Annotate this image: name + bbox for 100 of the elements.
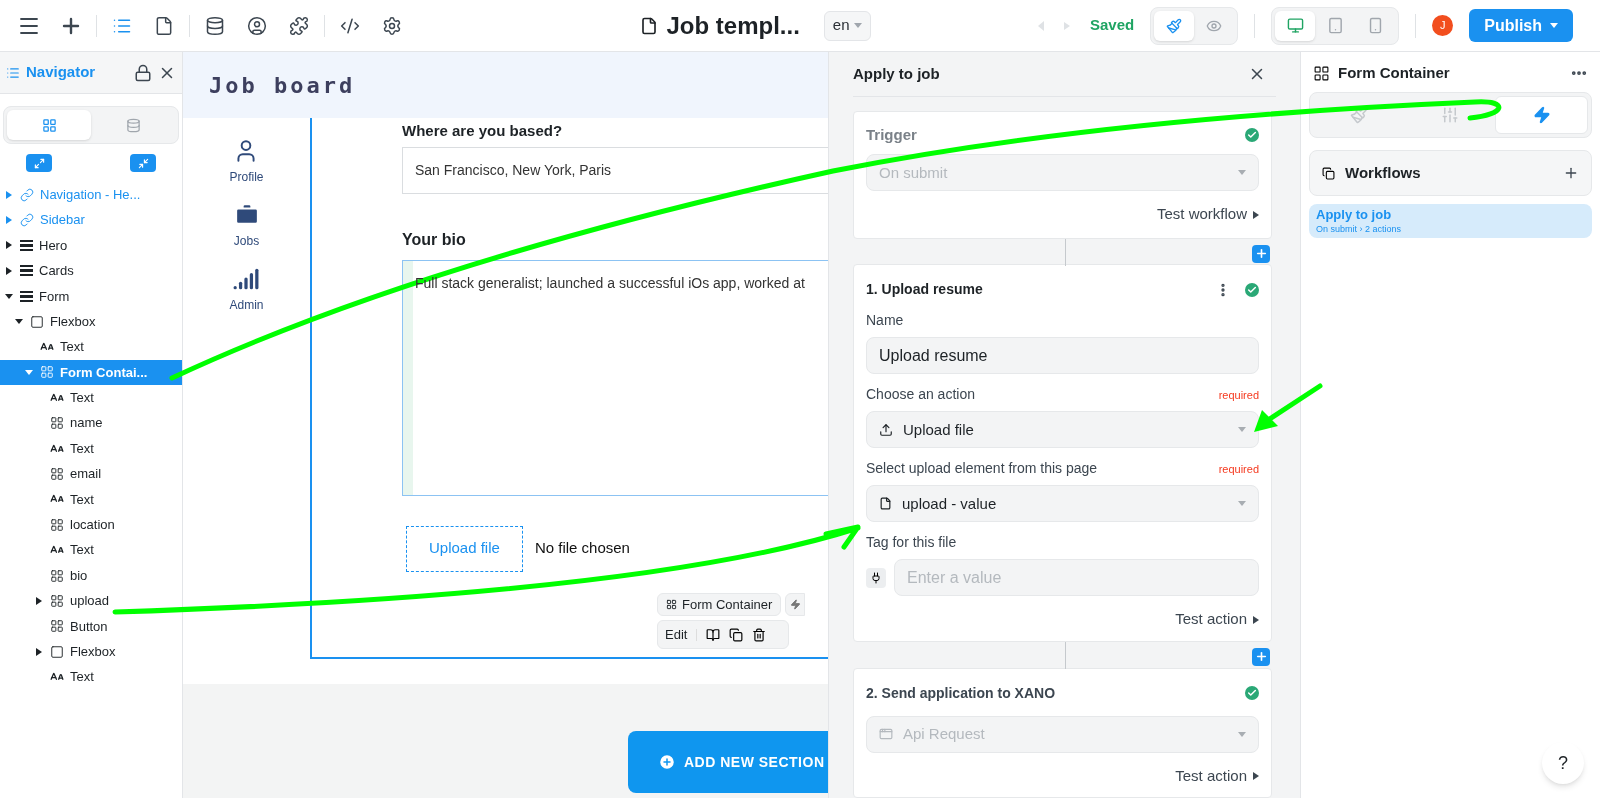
add-step-button[interactable]	[1252, 244, 1270, 263]
field-label: Where are you based?	[402, 121, 564, 141]
section-icon	[20, 290, 33, 302]
caret-icon	[6, 216, 12, 225]
grid-icon	[50, 467, 64, 481]
tree-item[interactable]: Button	[0, 613, 182, 640]
card-title: Trigger	[866, 124, 917, 145]
caret-icon	[6, 241, 12, 250]
mode-tab[interactable]	[1154, 10, 1195, 41]
tree-item[interactable]: Flexbox	[0, 308, 182, 335]
caret-icon	[1238, 731, 1246, 737]
lock-icon[interactable]	[134, 63, 152, 82]
panel-tab[interactable]	[1495, 96, 1588, 134]
grid-icon	[50, 568, 64, 583]
select-field[interactable]: upload - value	[866, 485, 1259, 523]
required-label: required	[1218, 387, 1259, 403]
puzzle-icon	[289, 15, 309, 36]
field-label: Name	[866, 311, 904, 331]
copy-icon[interactable]	[729, 627, 744, 642]
play-icon	[1253, 210, 1259, 219]
caret-icon	[15, 319, 23, 325]
page-icon	[154, 15, 174, 36]
field-label: Select upload element from this page	[866, 459, 1098, 479]
square-icon	[50, 644, 64, 659]
edit-link[interactable]: Edit	[665, 624, 688, 645]
tree-item[interactable]: Text	[0, 385, 182, 411]
location-field[interactable]: San Francisco, New York, Paris	[402, 146, 828, 194]
api-icon	[879, 727, 893, 741]
grid-icon	[1313, 64, 1330, 82]
test-link[interactable]: Test action	[1175, 608, 1259, 631]
bind-button[interactable]	[866, 567, 886, 588]
desktop-icon	[1286, 17, 1304, 34]
grid-icon	[666, 599, 677, 610]
caret-icon	[1550, 23, 1558, 28]
expand-button[interactable]	[26, 154, 52, 172]
play-icon	[1253, 615, 1259, 624]
book-icon[interactable]	[706, 627, 721, 642]
copy-icon	[1322, 166, 1335, 180]
upload-status: No file chosen	[534, 538, 630, 559]
tree-item[interactable]: Cards	[0, 258, 182, 284]
language-select[interactable]: en	[823, 10, 871, 41]
nav-item[interactable]: Admin	[229, 266, 264, 314]
plus-icon	[1254, 247, 1268, 261]
tree-item[interactable]: Text	[0, 435, 182, 462]
link-icon	[20, 187, 34, 202]
caret-icon	[5, 293, 13, 299]
sliders-icon	[1440, 106, 1459, 124]
tree-item[interactable]: Text	[0, 664, 182, 690]
caret-icon	[853, 23, 862, 28]
tree-item[interactable]: Text	[0, 334, 182, 360]
tree-item[interactable]: Text	[0, 486, 182, 513]
tree-item[interactable]: email	[0, 461, 182, 487]
section-header: Workflows	[1309, 150, 1592, 196]
bolt-icon	[1532, 106, 1551, 124]
panel-title: Apply to job	[853, 63, 941, 84]
caret-icon	[1238, 170, 1246, 176]
nav-item[interactable]: Profile	[229, 138, 264, 186]
list-icon	[6, 65, 20, 80]
grid-icon	[50, 416, 64, 431]
select-field[interactable]: Upload file	[866, 411, 1259, 449]
user-icon	[247, 15, 267, 36]
caret-icon	[1238, 427, 1246, 433]
tree-item[interactable]: Flexbox	[0, 639, 182, 665]
element-chip[interactable]: Form Container	[657, 593, 782, 616]
required-label: required	[1218, 461, 1259, 477]
undo-icon	[1038, 20, 1044, 31]
tree-item[interactable]: bio	[0, 562, 182, 589]
name-field[interactable]: Upload resume	[866, 337, 1259, 375]
tree-item[interactable]: Text	[0, 537, 182, 563]
tag-field[interactable]: Enter a value	[894, 559, 1259, 597]
caret-icon	[25, 369, 33, 375]
tree-item[interactable]: location	[0, 512, 182, 538]
plus-circle-icon	[658, 753, 676, 771]
caret-icon	[36, 596, 42, 605]
settings-icon	[382, 15, 402, 36]
collapse-button[interactable]	[130, 154, 156, 172]
caret-icon	[6, 266, 12, 275]
help-button[interactable]: ?	[1542, 742, 1584, 784]
add-icon[interactable]	[1563, 165, 1579, 181]
caret-icon	[1238, 501, 1246, 507]
grid-icon	[40, 365, 54, 380]
tree-item[interactable]: Form	[0, 283, 182, 309]
add-step-button[interactable]	[1252, 647, 1270, 666]
link-icon	[20, 213, 34, 228]
tablet-icon	[1326, 17, 1344, 34]
grid-icon	[41, 117, 57, 133]
caret-icon	[6, 190, 12, 199]
redo-icon	[1064, 21, 1070, 30]
database-icon	[205, 15, 225, 36]
section-icon	[20, 265, 33, 277]
workflow-chip[interactable]	[785, 593, 806, 616]
user-avatar[interactable]: J	[1432, 15, 1454, 36]
field-label: Your bio	[402, 229, 467, 250]
trash-icon[interactable]	[752, 627, 767, 642]
nav-item[interactable]: Jobs	[233, 202, 260, 250]
tree-item[interactable]: Hero	[0, 232, 182, 259]
tree-item[interactable]: upload	[0, 588, 182, 614]
brush-icon	[1166, 17, 1183, 34]
device-tab[interactable]	[1275, 10, 1316, 41]
tree-item[interactable]: name	[0, 410, 182, 436]
